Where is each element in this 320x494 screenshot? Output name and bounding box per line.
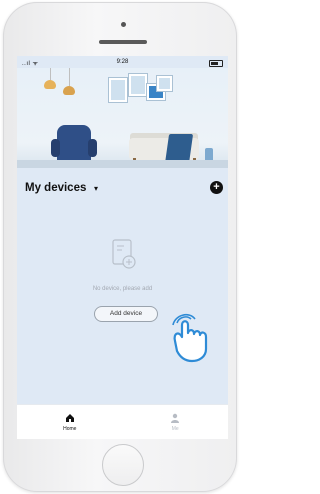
phone-frame: ..ıl ᯤ 9:28 My devices ▾ + No device, pl… [3, 2, 237, 492]
wall-art-icon [129, 74, 147, 96]
front-camera [121, 22, 126, 27]
lamp-cord [50, 68, 51, 80]
app-screen: ..ıl ᯤ 9:28 My devices ▾ + No device, pl… [17, 56, 228, 439]
page-title[interactable]: My devices [25, 182, 86, 194]
bottom-tab-bar: Home Me [17, 404, 228, 439]
floor [17, 160, 228, 168]
wall-art-icon [109, 78, 127, 102]
pendant-lamp-icon [63, 86, 75, 95]
home-button[interactable] [102, 444, 144, 486]
tab-home-label: Home [63, 426, 77, 432]
tab-home[interactable]: Home [17, 405, 123, 439]
earpiece-speaker [99, 40, 147, 44]
tab-me[interactable]: Me [123, 405, 229, 439]
tab-me-label: Me [171, 426, 179, 432]
empty-device-icon [112, 239, 136, 269]
lamp-cord [69, 68, 70, 86]
status-time: 9:28 [116, 59, 129, 65]
home-icon [65, 414, 74, 422]
chevron-down-icon[interactable]: ▾ [94, 184, 98, 193]
pendant-lamp-icon [44, 80, 56, 89]
battery-icon [209, 60, 223, 67]
hero-illustration [17, 68, 228, 168]
wall-art-icon [157, 76, 172, 91]
person-icon [171, 413, 180, 423]
add-device-plus-button[interactable]: + [210, 181, 223, 194]
tap-hand-icon [172, 313, 208, 363]
add-device-button[interactable]: Add device [94, 306, 158, 322]
empty-state-message: No device, please add [92, 286, 153, 292]
armchair-icon [51, 125, 97, 163]
